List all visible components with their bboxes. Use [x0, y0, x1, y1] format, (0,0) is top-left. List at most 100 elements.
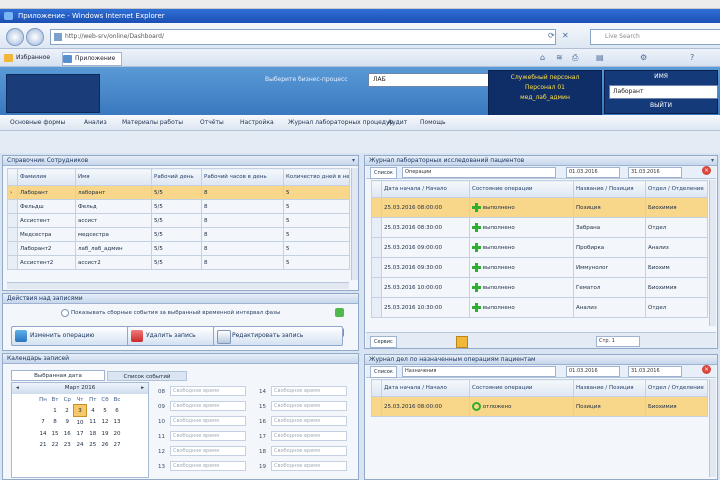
- calendar-day[interactable]: 9: [61, 417, 74, 429]
- calendar-day[interactable]: 2: [61, 405, 74, 417]
- calendar-day[interactable]: 17: [74, 428, 87, 439]
- row-selector[interactable]: [7, 227, 18, 242]
- calendar-day[interactable]: 16: [61, 428, 74, 439]
- calendar-day[interactable]: 19: [99, 428, 111, 439]
- logout-link[interactable]: ВЫЙТИ: [605, 101, 717, 111]
- row-selector[interactable]: [371, 197, 382, 218]
- table-row[interactable]: › Лаборант лаборант 5/5 8 5: [7, 185, 350, 200]
- time-slot[interactable]: 13 Свободное время: [158, 461, 246, 471]
- menu-item[interactable]: Помощь: [420, 119, 446, 126]
- calendar-day-selected[interactable]: 3: [73, 404, 87, 417]
- calendar-day[interactable]: 7: [37, 417, 49, 429]
- row-selector[interactable]: [7, 213, 18, 228]
- menu-item[interactable]: Анализ: [84, 119, 107, 126]
- menu-item[interactable]: Настройка: [240, 119, 274, 126]
- edit-record-button[interactable]: Редактировать запись: [213, 326, 343, 346]
- tab-selected-date[interactable]: Выбранная дата: [11, 370, 105, 381]
- date-to-input[interactable]: 31.03.2016: [628, 366, 682, 377]
- table-row[interactable]: Лаборант2 лаб_лаб_админ 5/5 8 5: [7, 241, 350, 256]
- row-selector[interactable]: [371, 217, 382, 238]
- column-header[interactable]: Дата начала / Начало: [381, 379, 470, 397]
- column-header[interactable]: Состояние операции: [469, 180, 574, 198]
- calendar-day[interactable]: 18: [87, 428, 100, 439]
- menu-item[interactable]: Аудит: [388, 119, 407, 126]
- service-button[interactable]: Сервис: [370, 336, 397, 348]
- calendar-day[interactable]: 20: [111, 428, 123, 439]
- column-header[interactable]: Название / Позиция: [573, 180, 646, 198]
- table-row[interactable]: 25.03.2016 10:00:00 выполнено Гематол Би…: [371, 277, 708, 298]
- calendar-day[interactable]: 12: [99, 417, 111, 429]
- search-input[interactable]: Live Search: [590, 29, 720, 45]
- back-button[interactable]: [6, 28, 24, 46]
- time-slot[interactable]: 09 Свободное время: [158, 401, 246, 411]
- time-slot[interactable]: 18 Свободное время: [259, 446, 347, 456]
- row-selector[interactable]: ›: [7, 185, 18, 200]
- tab-list[interactable]: Список: [370, 167, 397, 179]
- folder-icon[interactable]: [456, 336, 468, 348]
- role-select[interactable]: Лаборант: [609, 85, 718, 99]
- calendar-day[interactable]: 24: [74, 439, 87, 450]
- table-row[interactable]: Ассистент2 ассист2 5/5 8 5: [7, 255, 350, 270]
- favorites-button[interactable]: Избранное: [4, 52, 50, 64]
- stop-icon[interactable]: ✕: [562, 31, 569, 40]
- calendar-day[interactable]: 4: [87, 405, 100, 417]
- calendar-day[interactable]: 25: [87, 439, 100, 450]
- vertical-scrollbar[interactable]: [709, 180, 716, 326]
- time-slot[interactable]: 16 Свободное время: [259, 416, 347, 426]
- calendar-day[interactable]: 22: [49, 439, 61, 450]
- print-icon[interactable]: ⎙: [572, 53, 578, 63]
- time-slot[interactable]: 12 Свободное время: [158, 446, 246, 456]
- time-slot[interactable]: 19 Свободное время: [259, 461, 347, 471]
- time-slot[interactable]: 14 Свободное время: [259, 386, 347, 396]
- row-selector[interactable]: [7, 241, 18, 256]
- time-slot[interactable]: 10 Свободное время: [158, 416, 246, 426]
- date-from-input[interactable]: 01.03.2016: [566, 167, 620, 178]
- row-selector[interactable]: [371, 277, 382, 298]
- column-header[interactable]: Состояние операции: [469, 379, 574, 397]
- tools-menu-icon[interactable]: ⚙: [640, 53, 647, 62]
- calendar-day[interactable]: 15: [49, 428, 61, 439]
- row-selector[interactable]: [7, 199, 18, 214]
- column-header[interactable]: Отдел / Отделение: [645, 379, 708, 397]
- calendar-day[interactable]: 1: [49, 405, 61, 417]
- date-to-input[interactable]: 31.03.2016: [628, 167, 682, 178]
- forward-button[interactable]: [26, 28, 44, 46]
- filter-option[interactable]: Показывать сборные события за выбранный …: [61, 308, 321, 318]
- table-row[interactable]: Фельдш Фельд 5/5 8 5: [7, 199, 350, 214]
- column-header[interactable]: Фамилия: [17, 168, 76, 186]
- time-slot[interactable]: 11 Свободное время: [158, 431, 246, 441]
- table-row[interactable]: 25.03.2016 09:30:00 выполнено Иммунолог …: [371, 257, 708, 278]
- row-selector[interactable]: [371, 297, 382, 318]
- tab-list[interactable]: Список: [370, 366, 397, 378]
- calendar-day[interactable]: 26: [99, 439, 111, 450]
- feeds-icon[interactable]: ≋: [556, 53, 563, 62]
- calendar-day[interactable]: 13: [111, 417, 123, 429]
- next-month-icon[interactable]: ▸: [141, 383, 144, 394]
- prev-month-icon[interactable]: ◂: [16, 383, 19, 394]
- menu-item[interactable]: Отчёты: [200, 119, 224, 126]
- column-header[interactable]: Дата начала / Начало: [381, 180, 470, 198]
- browser-tab[interactable]: Приложение: [62, 52, 123, 66]
- table-row[interactable]: 25.03.2016 08:00:00 отложено Позиция Био…: [371, 396, 708, 417]
- radio-button[interactable]: [61, 308, 69, 317]
- calendar-day[interactable]: 23: [61, 439, 74, 450]
- table-row[interactable]: 25.03.2016 09:00:00 выполнено Пробирка А…: [371, 237, 708, 258]
- table-row[interactable]: 25.03.2016 08:30:00 выполнено Забрана От…: [371, 217, 708, 238]
- table-row[interactable]: Медсестра медсестра 5/5 8 5: [7, 227, 350, 242]
- filter-select[interactable]: Назначения: [402, 366, 556, 377]
- edit-operation-button[interactable]: Изменить операцию: [11, 326, 141, 346]
- table-row[interactable]: 25.03.2016 10:30:00 выполнено Анализ Отд…: [371, 297, 708, 318]
- column-header[interactable]: Рабочий день: [151, 168, 202, 186]
- menu-item[interactable]: Материалы работы: [122, 119, 183, 126]
- column-header[interactable]: Отдел / Отделение: [645, 180, 708, 198]
- time-slot[interactable]: 17 Свободное время: [259, 431, 347, 441]
- column-header[interactable]: Количество дней в неделю: [283, 168, 350, 186]
- vertical-scrollbar[interactable]: [351, 168, 358, 280]
- refresh-icon[interactable]: ⟳: [548, 31, 555, 40]
- row-selector[interactable]: [7, 255, 18, 270]
- row-selector[interactable]: [371, 237, 382, 258]
- calendar-day[interactable]: 14: [37, 428, 49, 439]
- table-row[interactable]: Ассистент ассист 5/5 8 5: [7, 213, 350, 228]
- calendar-day[interactable]: 10: [74, 417, 87, 429]
- tab-events-list[interactable]: Список событий: [107, 371, 187, 381]
